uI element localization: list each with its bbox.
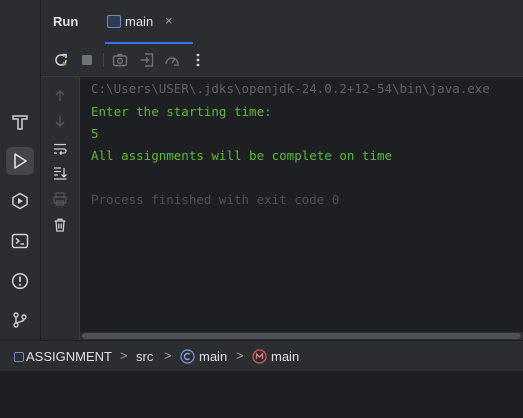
scroll-to-end-button[interactable]: [51, 164, 69, 182]
stop-icon: [82, 55, 92, 65]
horizontal-scrollbar[interactable]: [80, 332, 523, 340]
previous-occurrence-button[interactable]: [51, 87, 69, 105]
console-line-command: C:\Users\USER\.jdks\openjdk-24.0.2+12-54…: [91, 81, 490, 96]
console-line-exit: Process finished with exit code 0: [91, 192, 340, 207]
console-line-prompt: Enter the starting time:: [91, 104, 272, 119]
up-arrow-icon: [55, 90, 65, 101]
git-tool-button[interactable]: [6, 306, 34, 334]
profiler-button[interactable]: [163, 51, 181, 69]
scroll-to-end-icon: [54, 167, 67, 180]
clear-all-button[interactable]: [51, 216, 69, 234]
module-icon: [14, 352, 24, 362]
tab-label: main: [125, 14, 154, 29]
activity-bar: [0, 0, 41, 340]
print-button[interactable]: [51, 190, 69, 208]
terminal-icon: [11, 233, 29, 249]
trash-icon: [54, 218, 66, 232]
console-line-result: All assignments will be complete on time: [91, 148, 393, 163]
soft-wrap-icon: [54, 143, 67, 156]
down-arrow-icon: [55, 116, 65, 127]
screenshot-icon: [112, 53, 128, 67]
problems-tool-button[interactable]: [6, 267, 34, 295]
console-line-input: 5: [91, 126, 99, 141]
services-tool-button[interactable]: [6, 187, 34, 215]
console-output[interactable]: C:\Users\USER\.jdks\openjdk-24.0.2+12-54…: [80, 77, 523, 332]
breadcrumb-separator: >: [236, 348, 244, 363]
class-icon: [180, 349, 195, 364]
console-tab-icon: [107, 15, 121, 28]
method-icon: [252, 349, 267, 364]
terminal-tool-button[interactable]: [6, 227, 34, 255]
more-icon: [196, 53, 200, 67]
breadcrumb-separator: >: [120, 348, 128, 363]
exit-icon: [140, 53, 154, 67]
stop-button[interactable]: [78, 51, 96, 69]
git-icon: [13, 312, 27, 328]
breadcrumb-project[interactable]: ASSIGNMENT: [26, 349, 112, 364]
services-icon: [12, 192, 28, 210]
breadcrumb-bar: ASSIGNMENT > src > main > main: [0, 340, 523, 371]
print-icon: [53, 192, 67, 206]
rerun-icon: [55, 53, 67, 67]
rerun-button[interactable]: [52, 51, 70, 69]
editor-bottom-area: [0, 371, 523, 418]
breadcrumb-folder[interactable]: src: [136, 349, 153, 364]
console-gutter: [41, 77, 80, 340]
tab-main[interactable]: main ×: [105, 0, 193, 44]
run-tool-button[interactable]: [6, 147, 34, 175]
toolbar-separator: [103, 53, 104, 67]
breadcrumb-method[interactable]: main: [271, 349, 299, 364]
screenshot-button[interactable]: [111, 51, 129, 69]
breadcrumb-class[interactable]: main: [199, 349, 227, 364]
tab-close-button[interactable]: ×: [165, 13, 173, 28]
scrollbar-thumb[interactable]: [82, 333, 521, 339]
build-tool-button[interactable]: [6, 108, 34, 136]
run-toolbar: [41, 44, 523, 77]
profiler-icon: [165, 57, 179, 66]
hammer-icon: [12, 115, 28, 130]
problems-icon: [11, 272, 29, 290]
run-tool-window-header: Run main ×: [41, 0, 523, 44]
run-icon: [14, 153, 27, 169]
more-button[interactable]: [189, 51, 207, 69]
exit-button[interactable]: [138, 51, 156, 69]
next-occurrence-button[interactable]: [51, 112, 69, 130]
soft-wrap-button[interactable]: [51, 140, 69, 158]
breadcrumb-separator: >: [164, 348, 172, 363]
tool-window-title: Run: [53, 14, 79, 29]
